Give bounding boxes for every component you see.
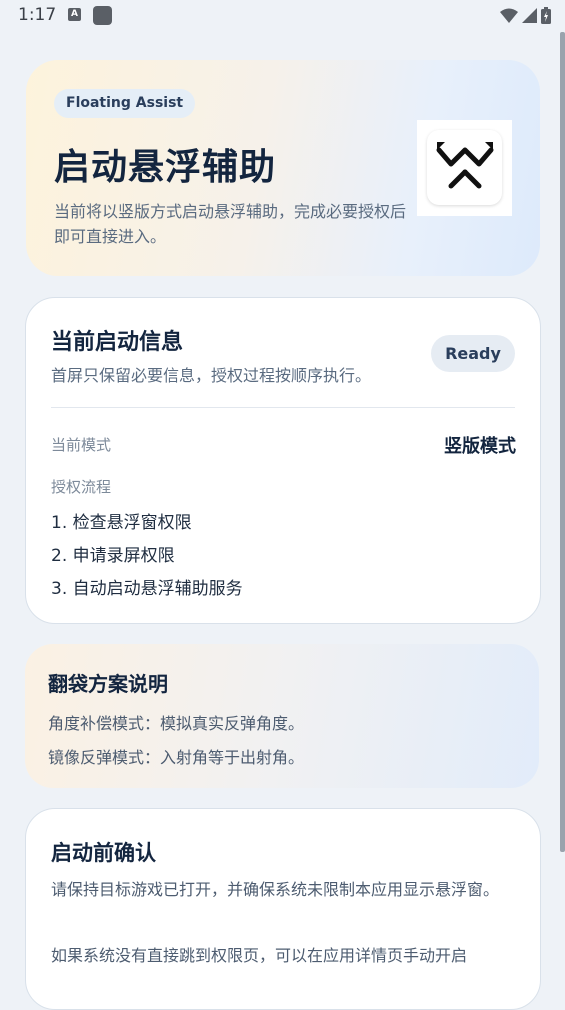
- launch-info-subtitle: 首屏只保留必要信息，授权过程按顺序执行。: [51, 366, 372, 385]
- divider: [51, 407, 515, 408]
- confirm-paragraph: 请保持目标游戏已打开，并确保系统未限制本应用显示悬浮窗。: [51, 880, 500, 899]
- flow-step: 1. 检查悬浮窗权限: [51, 513, 192, 533]
- plan-line: 角度补偿模式：模拟真实反弹角度。: [48, 714, 305, 733]
- hero-banner: Floating Assist 启动悬浮辅助 当前将以竖版方式启动悬浮辅助，完成…: [26, 60, 540, 276]
- page-title: 启动悬浮辅助: [54, 147, 277, 188]
- app-badge: Floating Assist: [54, 89, 196, 118]
- status-indicators: [500, 7, 551, 24]
- notification-a-icon: A: [68, 8, 81, 21]
- status-badge: Ready: [431, 335, 515, 372]
- plan-card: 翻袋方案说明 角度补偿模式：模拟真实反弹角度。 镜像反弹模式：入射角等于出射角。: [25, 644, 539, 788]
- launch-info-card: 当前启动信息 首屏只保留必要信息，授权过程按顺序执行。 Ready 当前模式 竖…: [25, 297, 541, 624]
- plan-line: 镜像反弹模式：入射角等于出射角。: [48, 748, 305, 767]
- app-logo-icon: [427, 130, 502, 205]
- battery-icon: [541, 7, 551, 24]
- signal-icon: [522, 8, 537, 23]
- confirm-paragraph: 如果系统没有直接跳到权限页，可以在应用详情页手动开启: [51, 946, 468, 965]
- notification-app-icon: [93, 6, 112, 25]
- status-time: 1:17: [18, 5, 57, 25]
- launch-info-title: 当前启动信息: [51, 330, 184, 355]
- status-bar: 1:17 A: [0, 0, 565, 32]
- mode-value: 竖版模式: [444, 436, 516, 457]
- flow-label: 授权流程: [51, 478, 112, 496]
- mode-label: 当前模式: [51, 436, 112, 454]
- flow-step: 2. 申请录屏权限: [51, 546, 175, 566]
- wifi-icon: [500, 8, 518, 23]
- confirm-title: 启动前确认: [51, 841, 156, 865]
- hero-description: 当前将以竖版方式启动悬浮辅助，完成必要授权后即可直接进入。: [54, 202, 407, 246]
- scrollbar[interactable]: [560, 32, 565, 852]
- confirm-card: 启动前确认 请保持目标游戏已打开，并确保系统未限制本应用显示悬浮窗。 如果系统没…: [25, 808, 541, 1010]
- flow-step: 3. 自动启动悬浮辅助服务: [51, 579, 243, 599]
- app-logo-container: [417, 120, 512, 216]
- plan-title: 翻袋方案说明: [48, 672, 168, 696]
